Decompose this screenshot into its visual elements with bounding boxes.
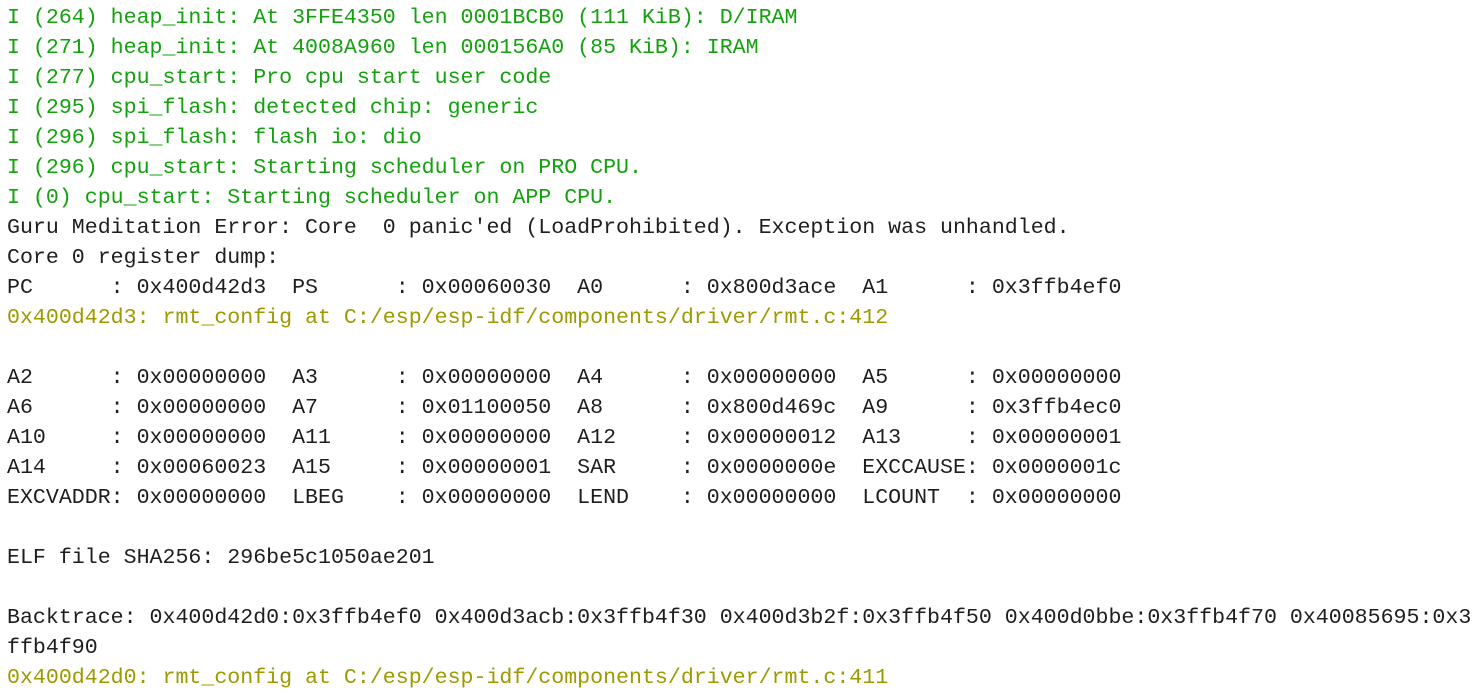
log-line: Core 0 register dump: — [7, 246, 280, 270]
log-line-info: I (271) heap_init: At 4008A960 len 00015… — [7, 36, 759, 60]
log-line: Backtrace: 0x400d42d0:0x3ffb4ef0 0x400d3… — [7, 606, 1472, 660]
serial-monitor-output: I (264) heap_init: At 3FFE4350 len 0001B… — [7, 3, 1474, 693]
log-line-info: I (296) cpu_start: Starting scheduler on… — [7, 156, 642, 180]
log-line: Guru Meditation Error: Core 0 panic'ed (… — [7, 216, 1070, 240]
log-line-address-decode: 0x400d42d3: rmt_config at C:/esp/esp-idf… — [7, 306, 889, 330]
log-line: EXCVADDR: 0x00000000 LBEG : 0x00000000 L… — [7, 486, 1122, 510]
log-line: A2 : 0x00000000 A3 : 0x00000000 A4 : 0x0… — [7, 366, 1122, 390]
log-line-info: I (264) heap_init: At 3FFE4350 len 0001B… — [7, 6, 798, 30]
log-line-info: I (277) cpu_start: Pro cpu start user co… — [7, 66, 552, 90]
log-line: A10 : 0x00000000 A11 : 0x00000000 A12 : … — [7, 426, 1122, 450]
log-line-address-decode: 0x400d42d0: rmt_config at C:/esp/esp-idf… — [7, 666, 889, 690]
log-line: ELF file SHA256: 296be5c1050ae201 — [7, 546, 435, 570]
log-line-info: I (0) cpu_start: Starting scheduler on A… — [7, 186, 617, 210]
log-line: A14 : 0x00060023 A15 : 0x00000001 SAR : … — [7, 456, 1122, 480]
log-line: PC : 0x400d42d3 PS : 0x00060030 A0 : 0x8… — [7, 276, 1122, 300]
log-line-info: I (296) spi_flash: flash io: dio — [7, 126, 422, 150]
log-line: A6 : 0x00000000 A7 : 0x01100050 A8 : 0x8… — [7, 396, 1122, 420]
log-line-info: I (295) spi_flash: detected chip: generi… — [7, 96, 539, 120]
